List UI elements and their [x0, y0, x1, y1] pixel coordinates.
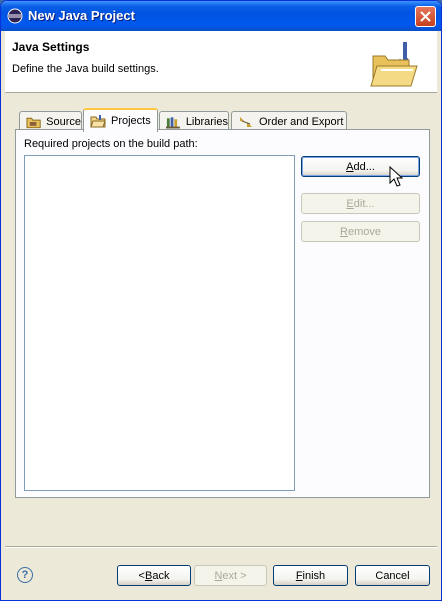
- eclipse-icon: [7, 8, 23, 24]
- cancel-button-label: Cancel: [375, 569, 410, 582]
- tab-order-and-export-label: Order and Export: [259, 116, 344, 128]
- finish-button[interactable]: Finish: [273, 565, 348, 586]
- libraries-icon: [166, 117, 180, 129]
- next-button-label: ext >: [222, 569, 247, 582]
- finish-button-label: inish: [302, 569, 326, 582]
- tab-projects-label: Projects: [111, 115, 151, 127]
- tab-projects[interactable]: Projects: [83, 108, 158, 132]
- cancel-button[interactable]: Cancel: [355, 565, 430, 586]
- help-button[interactable]: ?: [17, 567, 33, 583]
- edit-button-mnemonic: E: [346, 197, 354, 210]
- finish-button-mnemonic: F: [295, 569, 303, 582]
- add-button-label: dd...: [353, 160, 375, 173]
- projects-folder-icon: [90, 115, 106, 128]
- new-java-project-window: New Java Project Java Settings Define th…: [0, 0, 442, 601]
- back-button-mnemonic: B: [144, 569, 153, 582]
- java-project-folder-icon: [370, 42, 418, 87]
- tab-source-label: Source: [46, 116, 81, 128]
- tab-libraries-label: Libraries: [185, 116, 228, 128]
- page-description: Define the Java build settings.: [12, 63, 159, 75]
- next-button[interactable]: Next >: [194, 565, 267, 586]
- next-button-mnemonic: N: [214, 569, 223, 582]
- close-icon: [420, 11, 431, 22]
- window-title: New Java Project: [28, 8, 135, 23]
- page-title: Java Settings: [12, 40, 90, 54]
- required-projects-list[interactable]: [24, 155, 295, 491]
- projects-tab-panel: Required projects on the build path: Add…: [15, 129, 430, 498]
- help-icon: ?: [21, 569, 29, 581]
- title-bar[interactable]: New Java Project: [1, 1, 441, 31]
- remove-button-label: emove: [347, 225, 381, 238]
- order-export-icon: [240, 117, 252, 127]
- back-button-label: ack: [152, 569, 170, 582]
- back-button[interactable]: < Back: [117, 565, 191, 586]
- edit-button[interactable]: Edit...: [301, 193, 420, 214]
- close-button[interactable]: [415, 6, 436, 27]
- remove-button[interactable]: Remove: [301, 221, 420, 242]
- mouse-cursor-icon: [389, 166, 403, 187]
- required-projects-label: Required projects on the build path:: [24, 138, 198, 150]
- remove-button-mnemonic: R: [340, 225, 348, 238]
- footer-separator: [5, 546, 437, 548]
- wizard-header: Java Settings Define the Java build sett…: [5, 31, 437, 93]
- add-button-mnemonic: A: [346, 160, 354, 173]
- source-folder-icon: [26, 117, 41, 129]
- edit-button-label: dit...: [353, 197, 375, 210]
